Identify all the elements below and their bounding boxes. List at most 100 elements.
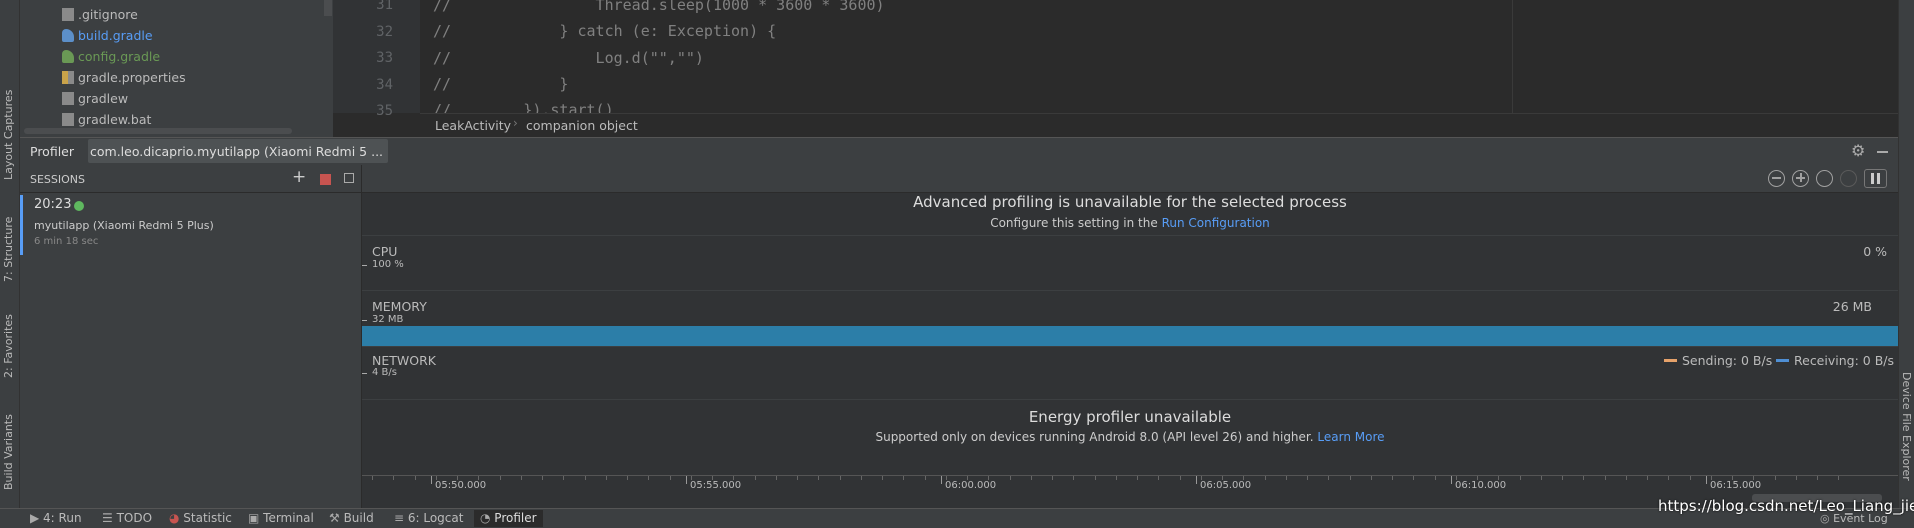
tree-vertical-scrollbar[interactable] — [324, 0, 332, 16]
reset-zoom-icon[interactable] — [1816, 170, 1833, 187]
tab-todo[interactable]: ☰ TODO — [102, 510, 152, 527]
time-axis-minor-tick — [1052, 476, 1053, 480]
time-axis-minor-tick — [1094, 476, 1096, 480]
time-axis-minor-tick — [414, 476, 416, 480]
breadcrumb-class[interactable]: LeakActivity — [435, 118, 511, 133]
run-configuration-link[interactable]: Run Configuration — [1162, 216, 1270, 230]
energy-subtitle: Supported only on devices running Androi… — [362, 430, 1898, 445]
time-axis-minor-tick — [1647, 476, 1648, 480]
file-icon — [62, 92, 74, 105]
sessions-panel: SESSIONS + 20:23 myutilapp (Xiaomi Redmi… — [20, 165, 362, 508]
time-axis-minor-tick — [542, 476, 543, 480]
sending-legend-swatch — [1664, 359, 1677, 362]
time-axis-minor-tick — [1285, 476, 1287, 480]
time-axis-minor-tick — [1413, 476, 1415, 480]
time-axis-minor-tick — [1583, 476, 1585, 480]
time-axis-minor-tick — [1562, 476, 1563, 480]
time-axis-minor-tick — [903, 476, 905, 480]
time-axis-minor-tick — [1392, 476, 1393, 480]
time-axis-minor-tick — [1625, 476, 1627, 480]
minimize-icon[interactable] — [1877, 151, 1888, 153]
network-monitor[interactable]: NETWORK 4 B/s Sending: 0 B/s Receiving: … — [362, 347, 1898, 399]
cpu-label: CPU — [372, 244, 398, 259]
energy-title: Energy profiler unavailable — [1028, 408, 1232, 426]
session-time: 20:23 — [34, 197, 72, 212]
receiving-legend-swatch — [1776, 359, 1789, 362]
gear-icon[interactable]: ⚙ — [1851, 141, 1865, 160]
list-icon: ☰ — [102, 511, 117, 525]
time-axis-minor-tick — [1264, 476, 1266, 480]
file-icon — [62, 8, 74, 21]
tab-logcat[interactable]: ≡ 6: Logcat — [394, 510, 463, 527]
tree-item-build-gradle[interactable]: build.gradle — [62, 26, 153, 46]
pause-button[interactable] — [1864, 169, 1887, 188]
time-axis-minor-tick — [1774, 476, 1776, 480]
memory-scale: 32 MB — [372, 314, 404, 325]
time-axis-minor-tick — [1838, 476, 1840, 480]
memory-scale-tick — [362, 320, 367, 321]
time-axis-minor-tick — [775, 476, 777, 480]
tab-build[interactable]: ⚒ Build — [329, 510, 374, 527]
time-axis-minor-tick — [584, 476, 586, 480]
tree-item-gitignore[interactable]: .gitignore — [62, 5, 138, 25]
time-axis-minor-tick — [1689, 476, 1691, 480]
terminal-icon: ▣ — [248, 511, 264, 525]
time-axis-label: 06:05.000 — [1200, 480, 1252, 491]
cpu-monitor[interactable]: CPU 100 % 0 % — [362, 236, 1898, 290]
line-number: 35 — [376, 103, 393, 119]
time-axis-minor-tick — [1115, 476, 1117, 480]
cpu-value: 0 % — [1863, 244, 1887, 259]
add-session-icon[interactable]: + — [292, 167, 306, 187]
tree-item-gradle-properties[interactable]: gradle.properties — [62, 68, 186, 88]
time-axis-minor-tick — [669, 476, 671, 480]
learn-more-link[interactable]: Learn More — [1317, 430, 1384, 444]
time-axis-minor-tick — [1073, 476, 1075, 480]
tab-terminal[interactable]: ▣ Terminal — [248, 510, 314, 527]
profiler-title: Profiler — [30, 144, 75, 159]
tab-device-file-explorer[interactable]: Device File Explorer — [1900, 372, 1913, 481]
time-axis-minor-tick — [1328, 476, 1330, 480]
time-axis-minor-tick — [1519, 476, 1521, 480]
breadcrumb-companion[interactable]: companion object — [526, 118, 638, 133]
memory-label: MEMORY — [372, 299, 427, 314]
time-axis-minor-tick — [797, 476, 798, 480]
logcat-icon: ≡ — [394, 511, 408, 525]
tree-item-config-gradle[interactable]: config.gradle — [62, 47, 160, 67]
time-axis-major-tick — [686, 476, 687, 484]
line-number: 34 — [376, 77, 393, 93]
time-axis-minor-tick — [1540, 476, 1542, 480]
code-line: // Thread.sleep(1000 * 3600 * 3600) — [433, 0, 885, 14]
zoom-out-icon[interactable] — [1768, 170, 1785, 187]
stop-session-icon[interactable] — [320, 174, 331, 185]
attach-live-icon — [1840, 170, 1857, 187]
time-axis[interactable]: 05:50.000 05:55.000 06:00.000 06:05.000 06:1… — [362, 475, 1898, 494]
code-line: // } catch (e: Exception) { — [433, 22, 777, 40]
tab-run[interactable]: ▶ 4: Run — [30, 510, 82, 527]
tab-statistic[interactable]: ◕ Statistic — [169, 510, 232, 527]
advanced-profiling-subtitle: Configure this setting in the Run Config… — [362, 216, 1898, 231]
memory-monitor[interactable]: MEMORY 32 MB 26 MB — [362, 291, 1898, 346]
time-axis-minor-tick — [372, 476, 373, 480]
tree-item-gradlew-bat[interactable]: gradlew.bat — [62, 110, 151, 130]
session-item[interactable]: 20:23 myutilapp (Xiaomi Redmi 5 Plus) 6 … — [20, 195, 361, 255]
time-axis-minor-tick — [1434, 476, 1436, 480]
time-axis-major-tick — [431, 476, 432, 484]
tree-item-gradlew[interactable]: gradlew — [62, 89, 128, 109]
tab-profiler[interactable]: ◔ Profiler — [474, 510, 543, 527]
tree-horizontal-scrollbar[interactable] — [24, 128, 292, 134]
line-number: 32 — [376, 24, 393, 40]
process-tab-label: com.leo.dicaprio.myutilapp (Xiaomi Redmi… — [90, 144, 384, 159]
time-axis-minor-tick — [754, 476, 756, 480]
time-axis-minor-tick — [1158, 476, 1160, 480]
time-axis-minor-tick — [1137, 476, 1138, 480]
collapse-panel-icon[interactable] — [344, 173, 354, 183]
time-axis-minor-tick — [499, 476, 501, 480]
line-number: 33 — [376, 50, 393, 66]
time-axis-minor-tick — [1030, 476, 1032, 480]
time-axis-label: 05:55.000 — [690, 480, 742, 491]
gradle-icon — [62, 50, 74, 63]
time-axis-minor-tick — [1009, 476, 1011, 480]
code-line: // Log.d("","") — [433, 49, 704, 67]
session-selection-indicator — [20, 195, 23, 255]
profiler-timeline: Advanced profiling is unavailable for th… — [362, 165, 1898, 508]
